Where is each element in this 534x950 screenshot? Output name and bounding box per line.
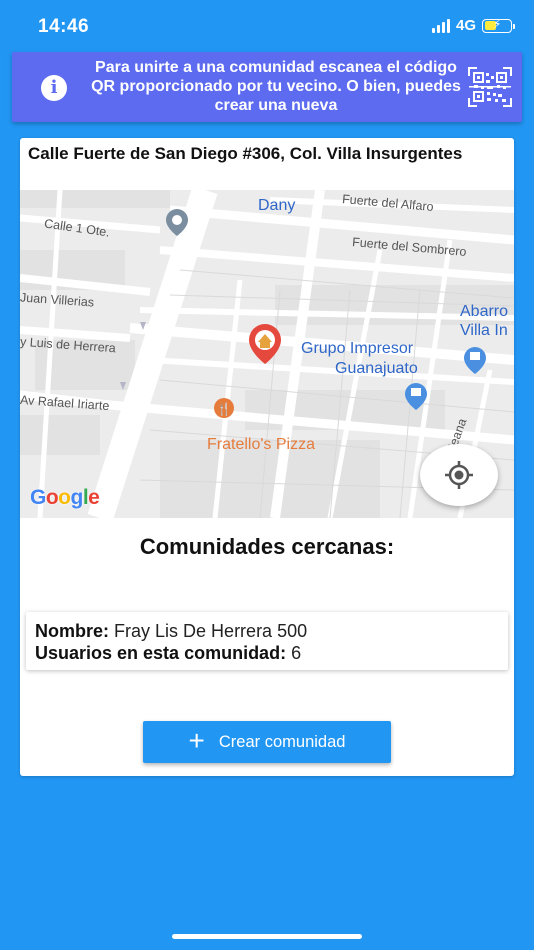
plus-icon: + [188, 724, 205, 756]
map-poi-label: Guanajuato [335, 360, 418, 377]
create-community-button[interactable]: + Crear comunidad [143, 721, 391, 763]
my-location-button[interactable] [420, 444, 498, 506]
battery-charging-icon: ⚡ [482, 17, 515, 33]
community-name: Fray Lis De Herrera 500 [114, 621, 308, 641]
map-view[interactable]: 🍴 Calle 1 Ote. Juan Villerias y Luis de … [20, 190, 514, 518]
network-type: 4G [455, 17, 476, 34]
name-label: Nombre: [35, 621, 110, 641]
home-indicator[interactable] [172, 934, 362, 939]
qr-code-icon[interactable] [467, 66, 513, 108]
google-logo: Google [30, 486, 100, 509]
status-time: 14:46 [38, 16, 90, 37]
crosshair-icon [445, 461, 473, 489]
status-indicators: 4G ⚡ [431, 17, 515, 34]
info-icon: i [41, 75, 67, 101]
community-name-row: Nombre: Fray Lis De Herrera 500 [35, 620, 499, 642]
community-card: Calle Fuerte de San Diego #306, Col. Vil… [20, 138, 514, 776]
community-users-row: Usuarios en esta comunidad: 6 [35, 642, 499, 664]
map-poi-label: Villa In [460, 322, 508, 339]
create-community-label: Crear comunidad [218, 732, 346, 751]
svg-text:🍴: 🍴 [217, 402, 232, 416]
map-poi-label: Fratello's Pizza [207, 436, 315, 453]
signal-icon [431, 18, 450, 33]
nearby-communities-title: Comunidades cercanas: [139, 534, 395, 559]
qr-info-banner: i Para unirte a una comunidad escanea el… [12, 52, 522, 122]
community-list: Nombre: Fray Lis De Herrera 500 Usuarios… [26, 612, 508, 670]
status-bar: 14:46 4G ⚡ [0, 0, 534, 50]
users-count: 6 [291, 643, 302, 663]
map-poi-label: Grupo Impresor [301, 340, 414, 357]
map-poi-label: Abarro [460, 303, 509, 320]
address-title: Calle Fuerte de San Diego #306, Col. Vil… [28, 144, 463, 163]
map-poi-label: Dany [258, 197, 296, 214]
list-item[interactable]: Nombre: Fray Lis De Herrera 500 Usuarios… [26, 612, 508, 670]
users-label: Usuarios en esta comunidad: [35, 643, 287, 663]
banner-text: Para unirte a una comunidad escanea el c… [91, 59, 461, 114]
